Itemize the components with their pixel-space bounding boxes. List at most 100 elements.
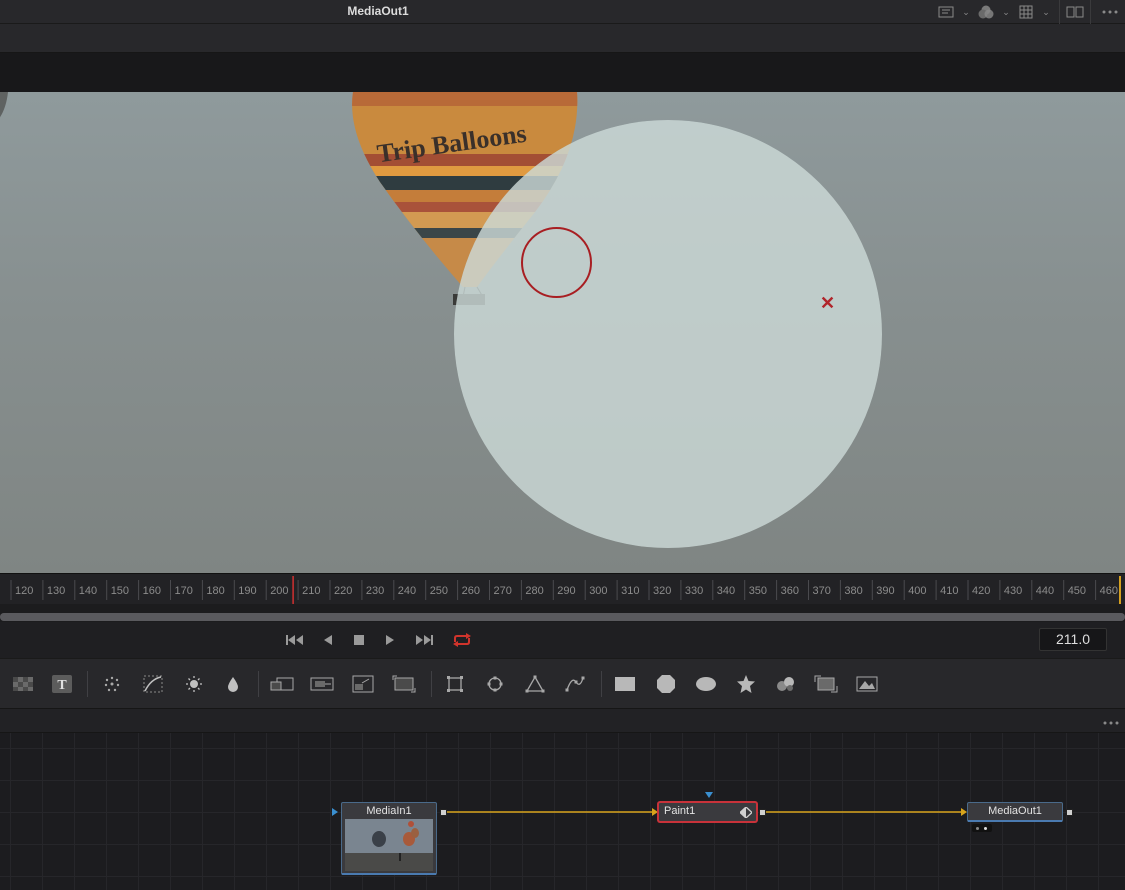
ruler-tick-label: 300 [589,585,607,597]
paint-brush-stroke [454,120,882,548]
more-options-icon[interactable] [1095,0,1125,24]
transform-icon[interactable] [309,671,335,697]
paint-icon[interactable] [773,671,799,697]
ruler-tick-label: 380 [844,585,862,597]
divider [601,671,602,697]
ruler-tick-label: 270 [494,585,512,597]
ruler-tick-label: 320 [653,585,671,597]
node-thumbnail-image [345,819,433,871]
text-icon[interactable]: T [49,671,75,697]
ruler-tick-label: 240 [398,585,416,597]
chevron-down-icon[interactable]: ⌄ [997,0,1015,24]
ruler-tick-label: 330 [685,585,703,597]
star-icon[interactable] [733,671,759,697]
output-port[interactable] [440,809,447,816]
divider [1059,0,1060,24]
current-time-field[interactable]: 211.0 [1039,628,1107,651]
ruler-tick-label: 280 [525,585,543,597]
play-reverse-icon[interactable] [316,630,340,650]
ruler-tick-label: 350 [749,585,767,597]
ruler-tick-label: 420 [972,585,990,597]
ruler-tick-label: 340 [717,585,735,597]
polygon-icon[interactable] [653,671,679,697]
node-status-bar [968,820,1062,822]
bspline-mask-icon[interactable] [562,671,588,697]
loop-icon[interactable] [450,630,474,650]
keyframe-icon[interactable] [740,807,752,818]
ruler-tick-label: 170 [175,585,193,597]
ruler-tick-label: 250 [430,585,448,597]
node-label: MediaIn1 [366,805,412,817]
chevron-down-icon[interactable]: ⌄ [957,0,975,24]
ruler-tick-label: 200 [270,585,288,597]
resize-icon[interactable] [350,671,376,697]
ruler-tick-label: 180 [206,585,224,597]
background-icon[interactable] [10,671,36,697]
merge-icon[interactable] [269,671,295,697]
center-marker-icon[interactable]: ✕ [820,294,835,312]
play-forward-icon[interactable] [378,630,402,650]
corner-pin-icon[interactable] [391,671,417,697]
grid-icon[interactable] [1015,0,1037,24]
node-status-bar [342,873,436,875]
polygon-mask-icon[interactable] [522,671,548,697]
rectangle-mask-icon[interactable] [442,671,468,697]
curves-icon[interactable] [140,671,166,697]
viewer-title: MediaOut1 [347,4,409,18]
time-ruler[interactable]: 120 130 140 150 160 170 180 190 200 210 220 230 240 2… [0,573,1125,604]
particles-icon[interactable] [99,671,125,697]
ruler-tick-label: 310 [621,585,639,597]
ellipse-icon[interactable] [693,671,719,697]
ruler-tick-label: 440 [1036,585,1054,597]
brightness-contrast-icon[interactable] [181,671,207,697]
blur-icon[interactable] [220,671,246,697]
node-links [447,808,967,816]
color-channel-icon[interactable] [975,0,997,24]
rectangle-icon[interactable] [612,671,638,697]
viewer-letterbox [0,53,1125,92]
go-to-start-icon[interactable] [283,630,307,650]
divider [258,671,259,697]
go-to-end-icon[interactable] [412,630,436,650]
ruler-tick-label: 460 [1100,585,1118,597]
tracker-icon[interactable] [813,671,839,697]
node-editor[interactable]: MediaIn1 Paint1 MediaOut1 [0,733,1125,890]
ruler-tick-label: 400 [908,585,926,597]
output-port[interactable] [1066,809,1073,816]
output-port[interactable] [759,809,766,816]
viewer-canvas[interactable]: Trip Balloons ✕ [0,92,1125,573]
ruler-tick-label: 140 [79,585,97,597]
transport-controls [0,622,1125,658]
chevron-down-icon[interactable]: ⌄ [1037,0,1055,24]
node-mediaout[interactable]: MediaOut1 [967,802,1063,822]
svg-text:T: T [57,678,67,693]
ruler-tick-label: 370 [813,585,831,597]
ruler-tick-label: 430 [1004,585,1022,597]
tools-bar: T [0,658,1125,708]
ruler-tick-label: 360 [781,585,799,597]
ruler-tick-label: 410 [940,585,958,597]
viewer-indicator[interactable] [972,824,992,832]
ruler-tick-label: 230 [366,585,384,597]
ruler-tick-label: 260 [462,585,480,597]
ruler-tick-label: 290 [557,585,575,597]
ellipse-mask-icon[interactable] [482,671,508,697]
ruler-tick-label: 190 [238,585,256,597]
ruler-tick-label: 220 [334,585,352,597]
time-ruler-ticks: 120 130 140 150 160 170 180 190 200 210 220 230 240 2… [10,576,1121,604]
brush-cursor[interactable] [521,227,592,298]
node-mask-input-icon[interactable] [705,792,713,798]
ruler-tick-label: 450 [1068,585,1086,597]
divider [1090,0,1091,24]
split-view-icon[interactable] [1064,0,1086,24]
viewer-toolbar [0,24,1125,53]
timeline-scrubber[interactable] [0,613,1125,621]
more-options-icon[interactable] [1103,714,1119,728]
planar-tracker-icon[interactable] [854,671,880,697]
viewer-header: MediaOut1 ⌄ ⌄ ⌄ [0,0,1125,24]
stop-icon[interactable] [347,630,371,650]
node-mediain[interactable]: MediaIn1 [341,802,437,875]
node-paint[interactable]: Paint1 [658,802,757,822]
viewer-lut-icon[interactable] [935,0,957,24]
ruler-tick-label: 160 [143,585,161,597]
